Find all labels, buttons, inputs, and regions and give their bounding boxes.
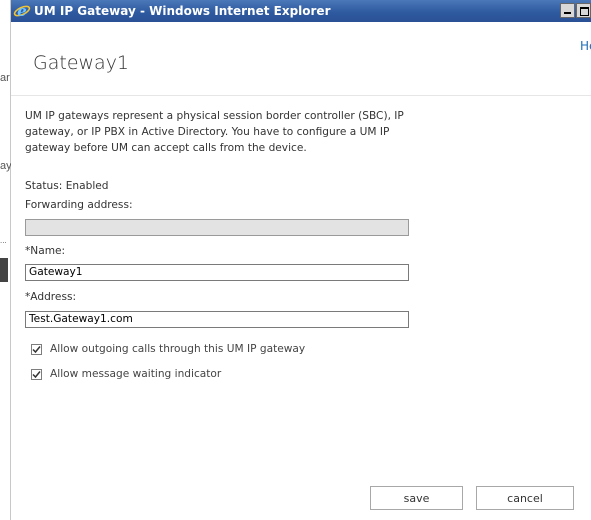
- internet-explorer-icon: e: [13, 2, 31, 20]
- window-controls: [559, 3, 591, 18]
- outgoing-calls-option[interactable]: Allow outgoing calls through this UM IP …: [31, 343, 305, 355]
- title-bar: e UM IP Gateway - Windows Internet Explo…: [11, 0, 591, 22]
- message-waiting-option[interactable]: Allow message waiting indicator: [31, 368, 221, 380]
- name-field[interactable]: Gateway1: [25, 264, 409, 281]
- checkmark-icon: [32, 370, 41, 378]
- cancel-button[interactable]: cancel: [476, 486, 574, 510]
- address-label: *Address:: [25, 291, 77, 303]
- header-divider: [11, 95, 591, 96]
- window-title: UM IP Gateway - Windows Internet Explore…: [34, 4, 331, 18]
- maximize-icon[interactable]: [576, 3, 591, 18]
- forwarding-address-label: Forwarding address:: [25, 199, 133, 211]
- background-scrollbar-thumb: [0, 258, 8, 282]
- background-text-fragment: ar: [0, 72, 10, 84]
- name-label: *Name:: [25, 245, 66, 257]
- message-waiting-label: Allow message waiting indicator: [50, 368, 222, 380]
- save-button[interactable]: save: [370, 486, 463, 510]
- outgoing-calls-checkbox[interactable]: [31, 343, 42, 355]
- dialog-window: e UM IP Gateway - Windows Internet Explo…: [11, 0, 591, 520]
- page-title: Gateway1: [33, 52, 130, 74]
- background-text-fragment: ay: [0, 160, 12, 172]
- help-link[interactable]: He: [580, 39, 591, 53]
- minimize-icon[interactable]: [560, 3, 575, 18]
- forwarding-address-field[interactable]: [25, 219, 409, 236]
- address-field[interactable]: Test.Gateway1.com: [25, 311, 409, 328]
- description-text: UM IP gateways represent a physical sess…: [25, 110, 404, 154]
- message-waiting-checkbox[interactable]: [31, 368, 42, 380]
- svg-text:e: e: [17, 2, 27, 20]
- outgoing-calls-label: Allow outgoing calls through this UM IP …: [50, 343, 306, 355]
- background-text-fragment: ...: [0, 236, 7, 245]
- status-text: Status: Enabled: [25, 180, 109, 192]
- checkmark-icon: [32, 345, 41, 353]
